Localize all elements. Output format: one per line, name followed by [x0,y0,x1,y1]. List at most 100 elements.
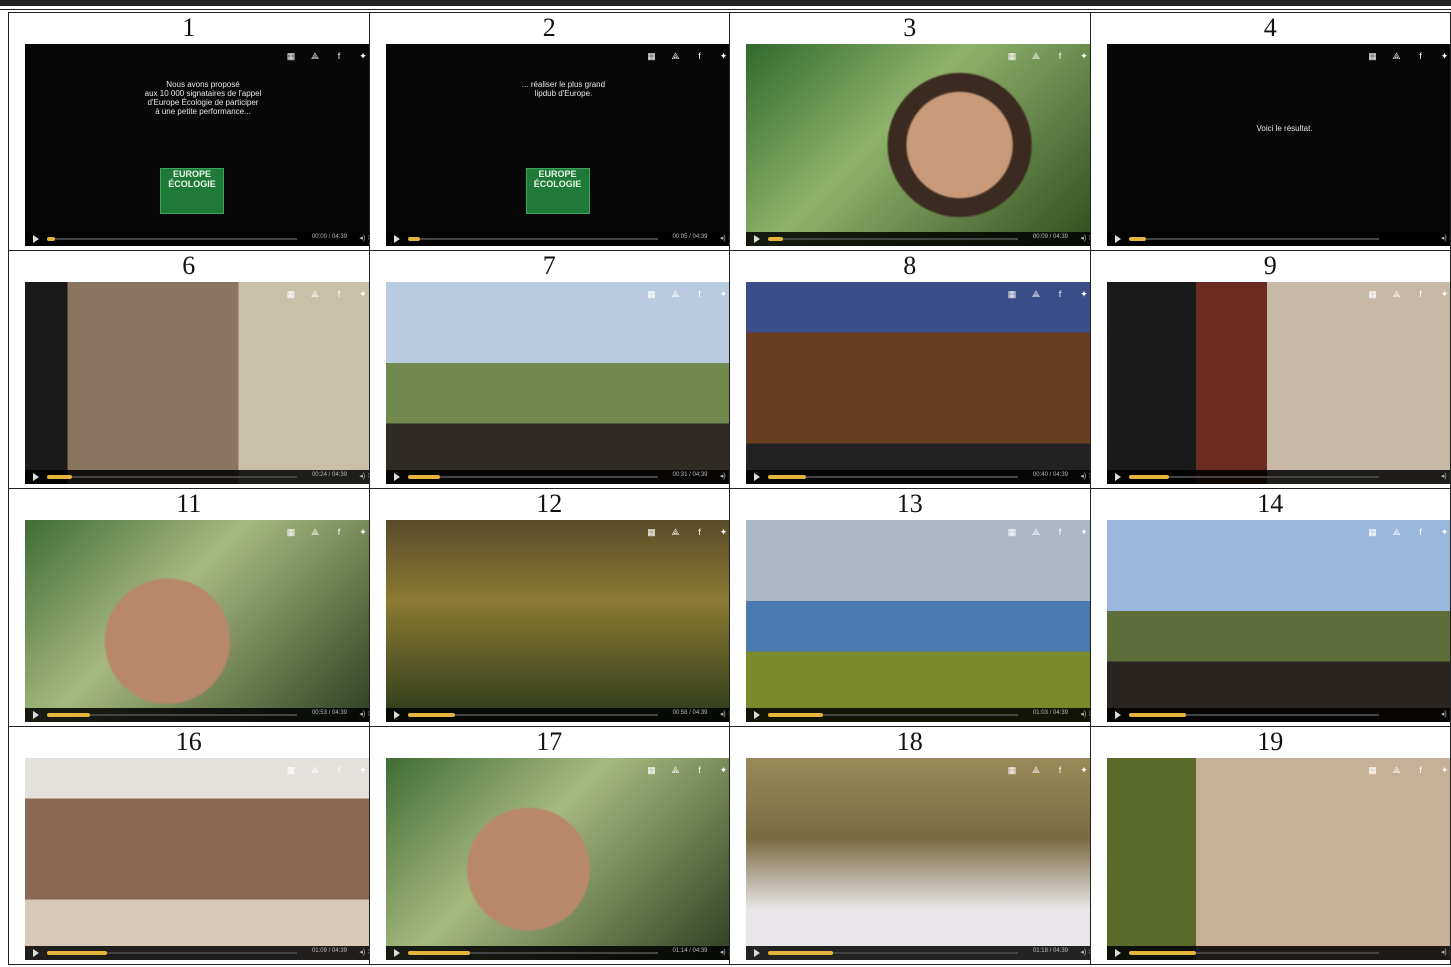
twitter-icon[interactable]: ✦ [353,526,368,548]
volume-fullscreen-icons[interactable]: ◂) ✕ [1441,948,1450,956]
facebook-icon[interactable]: f [1050,526,1070,548]
video-frame[interactable]: Nous avons proposé aux 10 000 signataire… [25,44,369,246]
twitter-icon[interactable]: ✦ [714,50,729,72]
volume-fullscreen-icons[interactable]: ◂) ✕ [1080,472,1089,480]
progress-track[interactable] [768,713,1018,717]
share-icon[interactable]: ⟁ [1387,288,1407,310]
twitter-icon[interactable]: ✦ [1435,288,1450,310]
facebook-icon[interactable]: f [690,764,710,786]
play-icon[interactable] [33,949,39,957]
volume-fullscreen-icons[interactable]: ◂) ✕ [1441,234,1450,242]
share-icon[interactable]: ⟁ [305,50,325,72]
play-icon[interactable] [1114,473,1121,481]
play-icon[interactable] [754,711,760,719]
progress-track[interactable] [407,951,658,955]
embed-icon[interactable]: ▦ [1363,288,1383,310]
facebook-icon[interactable]: f [329,764,349,786]
share-icon[interactable]: ⟁ [1387,764,1407,786]
share-icon[interactable]: ⟁ [666,288,686,310]
embed-icon[interactable]: ▦ [1002,50,1022,72]
facebook-icon[interactable]: f [690,288,710,310]
volume-fullscreen-icons[interactable]: ◂) ✕ [359,234,368,242]
video-frame[interactable]: Voici le résultat. ▦⟁f✦ ◂) ✕ [1106,44,1450,246]
progress-track[interactable] [768,237,1018,241]
share-icon[interactable]: ⟁ [1026,288,1046,310]
play-icon[interactable] [1114,949,1121,957]
volume-fullscreen-icons[interactable]: ◂) ✕ [1441,472,1450,480]
share-icon[interactable]: ⟁ [305,288,325,310]
twitter-icon[interactable]: ✦ [1435,526,1450,548]
video-frame[interactable]: ▦⟁f✦ 01:18 / 04:39 ◂) ✕ [746,758,1090,960]
play-icon[interactable] [393,711,400,719]
play-icon[interactable] [393,949,400,957]
twitter-icon[interactable]: ✦ [353,288,368,310]
progress-track[interactable] [407,237,658,241]
volume-fullscreen-icons[interactable]: ◂) ✕ [720,472,729,480]
embed-icon[interactable]: ▦ [642,50,662,72]
embed-icon[interactable]: ▦ [1002,288,1022,310]
share-icon[interactable]: ⟁ [1026,526,1046,548]
video-frame[interactable]: ▦⟁f✦ ◂) ✕ [1106,282,1450,484]
play-icon[interactable] [33,711,39,719]
video-frame[interactable]: ▦⟁f✦ 00:31 / 04:39 ◂) ✕ [385,282,729,484]
twitter-icon[interactable]: ✦ [1074,526,1089,548]
facebook-icon[interactable]: f [1050,288,1070,310]
twitter-icon[interactable]: ✦ [1074,764,1089,786]
embed-icon[interactable]: ▦ [281,764,301,786]
progress-track[interactable] [407,475,658,479]
progress-track[interactable] [47,475,297,479]
video-frame[interactable]: ... réaliser le plus grand lipdub d'Euro… [385,44,729,246]
progress-track[interactable] [768,475,1018,479]
volume-fullscreen-icons[interactable]: ◂) ✕ [1441,710,1450,718]
twitter-icon[interactable]: ✦ [714,764,729,786]
embed-icon[interactable]: ▦ [1363,764,1383,786]
play-icon[interactable] [393,235,400,243]
play-icon[interactable] [754,235,760,243]
video-frame[interactable]: ▦⟁f✦ 01:09 / 04:39 ◂) ✕ [25,758,369,960]
video-frame[interactable]: ▦⟁f✦ 01:14 / 04:39 ◂) ✕ [385,758,729,960]
play-icon[interactable] [1114,711,1121,719]
facebook-icon[interactable]: f [1411,288,1431,310]
share-icon[interactable]: ⟁ [666,764,686,786]
embed-icon[interactable]: ▦ [642,288,662,310]
twitter-icon[interactable]: ✦ [1435,764,1450,786]
play-icon[interactable] [754,473,760,481]
facebook-icon[interactable]: f [1411,764,1431,786]
facebook-icon[interactable]: f [329,50,349,72]
progress-track[interactable] [1128,713,1379,717]
embed-icon[interactable]: ▦ [1002,526,1022,548]
volume-fullscreen-icons[interactable]: ◂) ✕ [1080,710,1089,718]
volume-fullscreen-icons[interactable]: ◂) ✕ [359,472,368,480]
twitter-icon[interactable]: ✦ [1435,50,1450,72]
video-frame[interactable]: ▦⟁f✦ ◂) ✕ [1106,520,1450,722]
volume-fullscreen-icons[interactable]: ◂) ✕ [720,710,729,718]
progress-track[interactable] [1128,237,1379,241]
video-frame[interactable]: ▦⟁f✦ 00:09 / 04:39 ◂) ✕ [746,44,1090,246]
embed-icon[interactable]: ▦ [1363,526,1383,548]
play-icon[interactable] [1114,235,1121,243]
progress-track[interactable] [47,951,297,955]
share-icon[interactable]: ⟁ [1387,526,1407,548]
facebook-icon[interactable]: f [1411,526,1431,548]
facebook-icon[interactable]: f [690,50,710,72]
twitter-icon[interactable]: ✦ [714,526,729,548]
embed-icon[interactable]: ▦ [642,764,662,786]
twitter-icon[interactable]: ✦ [1074,288,1089,310]
volume-fullscreen-icons[interactable]: ◂) ✕ [720,948,729,956]
play-icon[interactable] [393,473,400,481]
embed-icon[interactable]: ▦ [642,526,662,548]
share-icon[interactable]: ⟁ [666,50,686,72]
facebook-icon[interactable]: f [690,526,710,548]
progress-track[interactable] [47,713,297,717]
share-icon[interactable]: ⟁ [1387,50,1407,72]
twitter-icon[interactable]: ✦ [353,764,368,786]
share-icon[interactable]: ⟁ [1026,764,1046,786]
share-icon[interactable]: ⟁ [1026,50,1046,72]
progress-track[interactable] [1128,475,1379,479]
twitter-icon[interactable]: ✦ [1074,50,1089,72]
facebook-icon[interactable]: f [329,288,349,310]
facebook-icon[interactable]: f [1050,764,1070,786]
share-icon[interactable]: ⟁ [666,526,686,548]
video-frame[interactable]: ▦⟁f✦ 00:24 / 04:39 ◂) ✕ [25,282,369,484]
progress-track[interactable] [1128,951,1379,955]
